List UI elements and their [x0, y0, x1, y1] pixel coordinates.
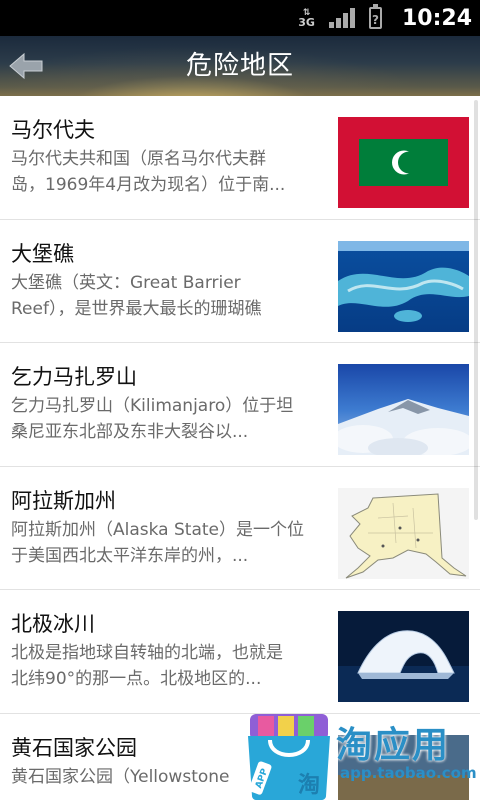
- item-title: 阿拉斯加州: [11, 488, 116, 513]
- item-desc-line: 于美国西北太平洋东岸的州，...: [11, 545, 249, 566]
- item-desc-line: 大堡礁（英文：Great Barrier: [11, 272, 241, 293]
- status-bar: ⇅ 3G ? 10:24: [0, 0, 480, 36]
- region-list[interactable]: 马尔代夫 马尔代夫共和国（原名马尔代夫群 岛，1969年4月改为现名）位于南..…: [0, 96, 480, 800]
- item-desc-line: 北纬90°的那一点。北极地区的...: [11, 669, 262, 689]
- watermark-brand: 淘应用: [336, 725, 451, 766]
- app-header: 危险地区: [0, 36, 480, 96]
- item-description: 北极是指地球自转轴的北端，也就是 北纬90°的那一点。北极地区的...: [11, 640, 331, 692]
- item-description: 马尔代夫共和国（原名马尔代夫群 岛，1969年4月改为现名）位于南...: [11, 146, 331, 198]
- item-description: 乞力马扎罗山（Kilimanjaro）位于坦 桑尼亚东北部及东非大裂谷以...: [11, 393, 331, 445]
- bag-text: 淘: [298, 772, 320, 798]
- kilimanjaro-thumbnail: [338, 364, 469, 455]
- arctic-iceberg-thumbnail: [338, 611, 469, 702]
- item-desc-line: 阿拉斯加州（Alaska State）是一个位: [11, 519, 304, 540]
- item-desc-line: 马尔代夫共和国（原名马尔代夫群: [11, 149, 266, 169]
- item-title: 黄石国家公园: [11, 735, 137, 760]
- watermark-url: app.taobao.com: [340, 764, 477, 782]
- battery-status: ?: [371, 13, 379, 27]
- maldives-flag-thumbnail: [338, 117, 469, 208]
- list-scrollbar[interactable]: [474, 100, 478, 520]
- network-indicator: ⇅ 3G: [298, 8, 315, 28]
- item-title: 乞力马扎罗山: [11, 365, 137, 389]
- item-desc-line: 乞力马扎罗山（Kilimanjaro）位于坦: [11, 396, 294, 416]
- status-time: 10:24: [401, 5, 472, 31]
- item-desc-line: 北极是指地球自转轴的北端，也就是: [11, 643, 283, 663]
- signal-strength-icon: [327, 8, 355, 28]
- list-item[interactable]: 乞力马扎罗山 乞力马扎罗山（Kilimanjaro）位于坦 桑尼亚东北部及东非大…: [0, 343, 480, 467]
- item-title: 大堡礁: [11, 241, 74, 266]
- network-type: 3G: [298, 16, 315, 29]
- alaska-map-thumbnail: [338, 487, 469, 579]
- taobao-app-watermark: 淘 APP 淘应用 app.taobao.com: [244, 706, 480, 800]
- list-item[interactable]: 马尔代夫 马尔代夫共和国（原名马尔代夫群 岛，1969年4月改为现名）位于南..…: [0, 96, 480, 220]
- item-description: 大堡礁（英文：Great Barrier Reef），是世界最大最长的珊瑚礁: [11, 270, 331, 322]
- item-title: 北极冰川: [11, 612, 95, 636]
- item-description: 阿拉斯加州（Alaska State）是一个位 于美国西北太平洋东岸的州，...: [11, 517, 331, 569]
- page-title: 危险地区: [185, 51, 294, 81]
- item-title: 马尔代夫: [11, 118, 95, 142]
- list-item[interactable]: 大堡礁 大堡礁（英文：Great Barrier Reef），是世界最大最长的珊…: [0, 220, 480, 343]
- item-desc-line: 岛，1969年4月改为现名）位于南...: [11, 175, 286, 195]
- battery-icon: ?: [368, 4, 382, 29]
- item-desc-line: Reef），是世界最大最长的珊瑚礁: [11, 298, 262, 319]
- shopping-bag-icon: 淘 APP: [248, 714, 330, 800]
- item-desc-line: 桑尼亚东北部及东非大裂谷以...: [11, 422, 249, 442]
- list-item[interactable]: 北极冰川 北极是指地球自转轴的北端，也就是 北纬90°的那一点。北极地区的...: [0, 590, 480, 714]
- great-barrier-reef-thumbnail: [338, 240, 469, 332]
- list-item[interactable]: 阿拉斯加州 阿拉斯加州（Alaska State）是一个位 于美国西北太平洋东岸…: [0, 467, 480, 590]
